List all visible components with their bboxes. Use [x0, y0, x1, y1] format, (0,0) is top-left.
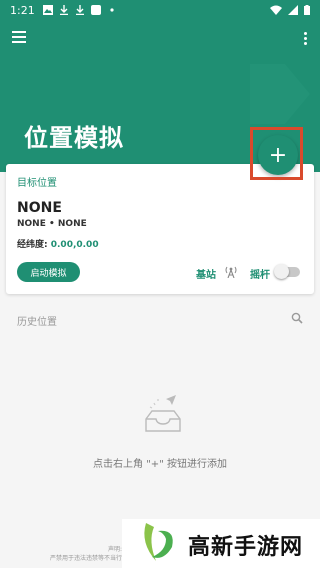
joystick-toggle[interactable]: [274, 264, 300, 279]
empty-inbox-icon: [145, 395, 181, 432]
app-icon: [90, 5, 101, 15]
antenna-icon[interactable]: [224, 264, 238, 278]
menu-icon[interactable]: [12, 28, 32, 48]
signal-icon: [288, 5, 298, 15]
disclaimer-line-2: 严禁用于违法违禁等不当行: [49, 555, 122, 562]
search-icon[interactable]: [291, 312, 303, 324]
disclaimer-line-1: 声明:: [107, 546, 122, 553]
coordinates-label: 经纬度:: [17, 240, 48, 250]
target-location-card: 目标位置 NONE NONE • NONE 经纬度: 0.00,0.00 启动模…: [6, 164, 314, 294]
watermark-logo-icon: [144, 523, 173, 561]
history-section-label: 历史位置: [17, 317, 57, 328]
location-name: NONE: [17, 200, 62, 216]
status-time: 1:21: [10, 3, 35, 17]
wifi-icon: [270, 5, 282, 15]
status-bar: 1:21: [0, 0, 320, 20]
page-title: 位置模拟: [24, 124, 124, 152]
download-icon: [75, 5, 84, 15]
battery-icon: [304, 5, 310, 15]
start-simulation-button[interactable]: 启动模拟: [17, 262, 80, 282]
target-location-label: 目标位置: [17, 178, 57, 189]
joystick-label: 摇杆: [250, 270, 270, 281]
location-subtitle: NONE • NONE: [17, 219, 87, 229]
highlight-box: [250, 127, 303, 180]
dot-icon: [110, 8, 114, 12]
download-icon: [59, 5, 68, 15]
toggle-knob: [274, 264, 289, 279]
disclaimer: 声明: 严禁用于违法违禁等不当行: [40, 545, 122, 563]
watermark-banner: 高新手游网: [122, 519, 320, 568]
more-vert-icon[interactable]: [300, 28, 310, 48]
base-station-label: 基站: [196, 270, 216, 281]
status-right-icons: [270, 5, 310, 15]
empty-state-text: 点击右上角 "+" 按钮进行添加: [93, 459, 227, 470]
coordinates-value: 0.00,0.00: [50, 240, 99, 250]
image-icon: [42, 5, 53, 15]
coordinates: 经纬度: 0.00,0.00: [17, 237, 99, 250]
watermark-text: 高新手游网: [188, 535, 304, 560]
